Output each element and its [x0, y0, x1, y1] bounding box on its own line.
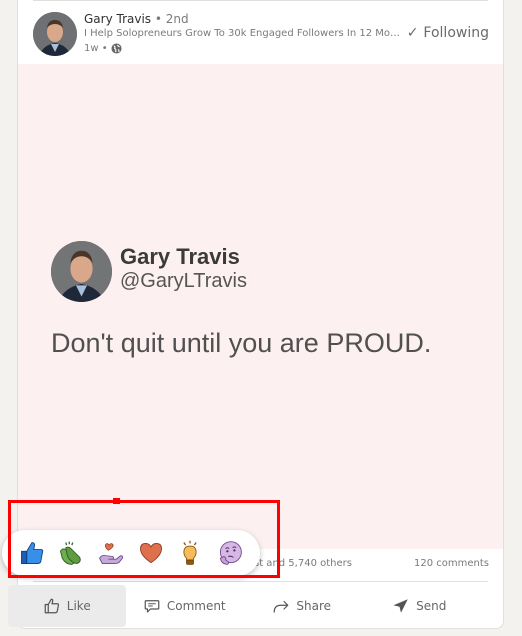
post-header: Gary Travis • 2nd I Help Solopreneurs Gr…: [18, 0, 503, 64]
reaction-insightful[interactable]: [175, 538, 205, 568]
like-button[interactable]: Like: [8, 585, 126, 627]
comments-count[interactable]: 120 comments: [414, 558, 489, 569]
post-time: 1w •: [84, 43, 108, 54]
reaction-support[interactable]: [96, 538, 126, 568]
reactions-count[interactable]: st and 5,740 others: [254, 558, 352, 569]
comment-icon: [144, 600, 160, 613]
celebrate-reaction-icon: [60, 541, 82, 565]
comment-button[interactable]: Comment: [126, 585, 244, 627]
author-headline: I Help Solopreneurs Grow To 30k Engaged …: [84, 28, 400, 39]
share-label: Share: [296, 599, 332, 613]
annotation-handle: [113, 498, 120, 504]
author-name[interactable]: Gary Travis • 2nd: [84, 12, 189, 26]
reaction-picker: [2, 530, 260, 576]
send-button[interactable]: Send: [361, 585, 479, 627]
reaction-love[interactable]: [136, 538, 166, 568]
like-label: Like: [66, 599, 91, 613]
post-actions: Like Comment Share Send: [8, 585, 478, 627]
author-avatar[interactable]: [33, 12, 77, 56]
divider: [33, 581, 488, 582]
love-reaction-icon: [139, 542, 162, 564]
connection-degree: • 2nd: [154, 12, 189, 26]
quote-author-handle: @GaryLTravis: [120, 270, 247, 292]
like-reaction-icon: [20, 542, 44, 564]
quote-author-name: Gary Travis: [120, 244, 240, 269]
insightful-reaction-icon: [183, 540, 198, 565]
reaction-curious[interactable]: [215, 538, 245, 568]
comment-label: Comment: [166, 599, 226, 613]
post-meta: 1w •: [84, 43, 122, 54]
quote-author-avatar: [51, 241, 112, 302]
share-arrow-icon: [274, 600, 289, 613]
quote-text: Don't quit until you are PROUD.: [51, 328, 432, 358]
author-name-text[interactable]: Gary Travis: [84, 12, 151, 26]
thumbs-up-outline-icon: [44, 598, 59, 614]
reaction-celebrate[interactable]: [56, 538, 86, 568]
send-label: Send: [416, 599, 447, 613]
curious-reaction-icon: [219, 541, 242, 565]
following-label: Following: [423, 25, 489, 41]
post-image[interactable]: [18, 64, 503, 549]
share-button[interactable]: Share: [243, 585, 361, 627]
send-paper-plane-icon: [393, 599, 408, 613]
reaction-like[interactable]: [17, 538, 47, 568]
support-reaction-icon: [99, 543, 124, 564]
following-button[interactable]: ✓ Following: [407, 25, 489, 41]
checkmark-icon: ✓: [406, 25, 419, 41]
globe-icon: [111, 43, 122, 54]
